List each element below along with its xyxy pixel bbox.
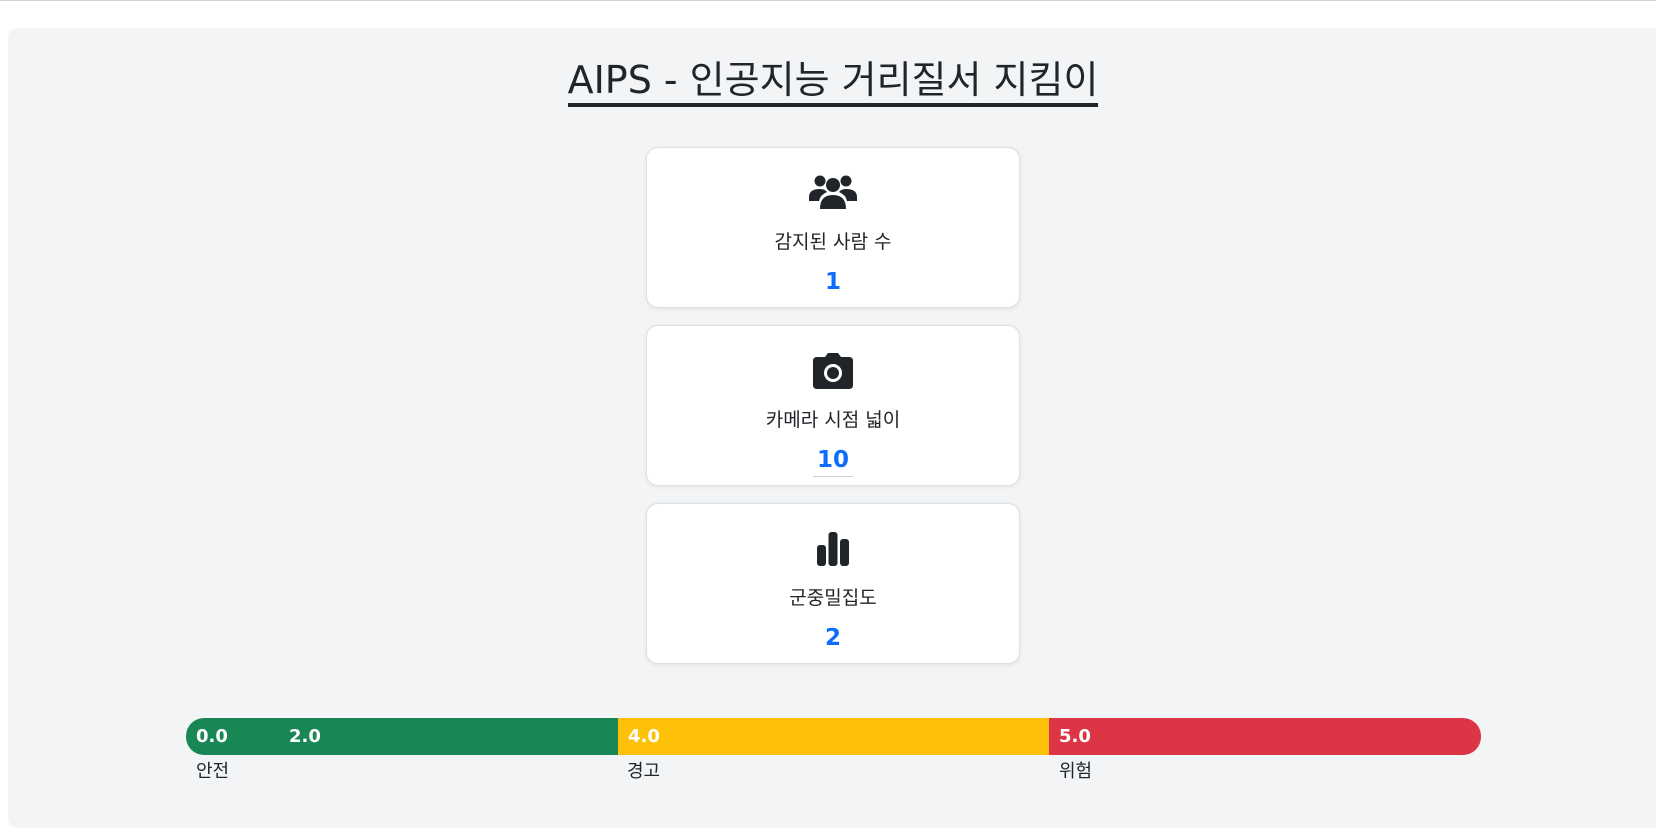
top-divider (0, 0, 1656, 1)
people-count-label: 감지된 사람 수 (774, 231, 892, 253)
people-count-value: 1 (824, 269, 841, 295)
danger-segment: 5.0 (1049, 718, 1481, 755)
warning-segment: 4.0 (618, 718, 1049, 755)
camera-view-label: 카메라 시점 넓이 (765, 409, 901, 431)
users-icon (647, 170, 1019, 216)
warning-label: 경고 (627, 761, 661, 782)
tick-0: 0.0 (196, 726, 228, 747)
danger-label: 위험 (1059, 761, 1093, 782)
people-count-card: 감지된 사람 수 1 (646, 147, 1020, 308)
safe-label: 안전 (196, 761, 230, 782)
tick-4: 4.0 (628, 726, 660, 747)
tick-2: 2.0 (289, 726, 321, 747)
crowd-density-value: 2 (824, 625, 841, 651)
safe-segment: 0.0 2.0 (186, 718, 618, 755)
camera-icon (647, 348, 1019, 394)
density-scale-bar: 0.0 2.0 4.0 5.0 (186, 718, 1481, 755)
camera-view-value[interactable]: 10 (813, 446, 853, 477)
page-title-text: AIPS - 인공지능 거리질서 지킴이 (567, 58, 1099, 107)
bar-chart-icon (647, 526, 1019, 572)
crowd-density-label: 군중밀집도 (789, 587, 877, 609)
crowd-density-card: 군중밀집도 2 (646, 503, 1020, 664)
camera-view-card: 카메라 시점 넓이 10 (646, 325, 1020, 486)
camera-view-field[interactable]: 10 (647, 446, 1019, 477)
page-title: AIPS - 인공지능 거리질서 지킴이 (0, 52, 1656, 108)
tick-5: 5.0 (1059, 726, 1091, 747)
